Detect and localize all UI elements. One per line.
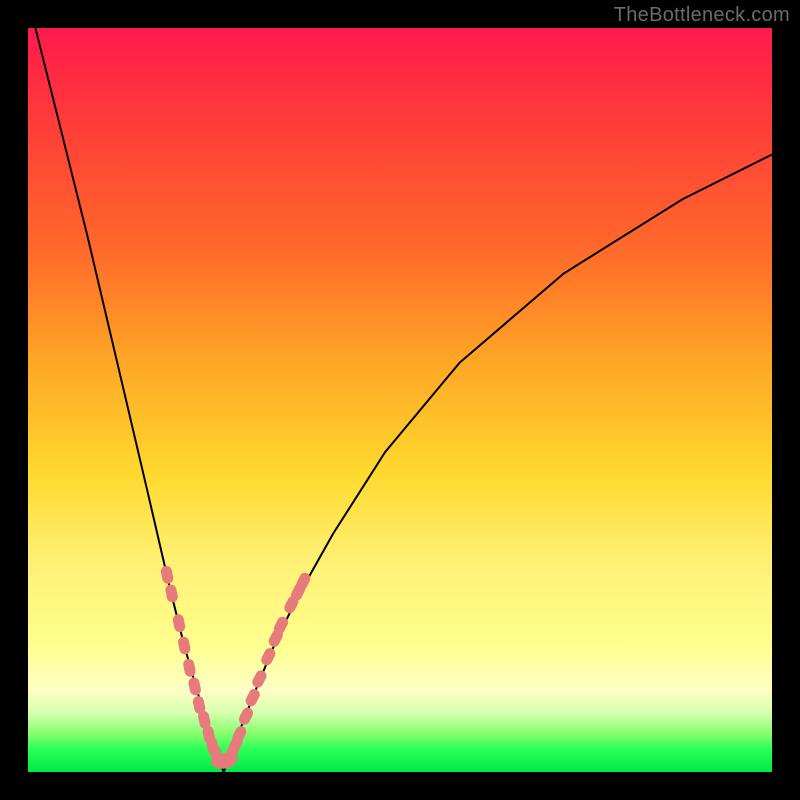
bead <box>182 658 197 678</box>
bead-cluster <box>160 565 312 769</box>
bead <box>160 565 175 585</box>
plot-area <box>28 28 772 772</box>
chart-frame: TheBottleneck.com <box>0 0 800 800</box>
curve-right-branch <box>224 155 772 773</box>
bead <box>177 636 192 656</box>
bead <box>237 706 255 727</box>
bead <box>259 646 277 667</box>
bead <box>172 613 187 633</box>
bead <box>250 668 268 689</box>
curve-group <box>35 28 772 772</box>
bead <box>187 676 202 696</box>
curve-left-branch <box>35 28 223 772</box>
watermark-text: TheBottleneck.com <box>614 4 790 27</box>
chart-svg <box>28 28 772 772</box>
bead <box>164 583 179 603</box>
bead <box>244 687 262 708</box>
